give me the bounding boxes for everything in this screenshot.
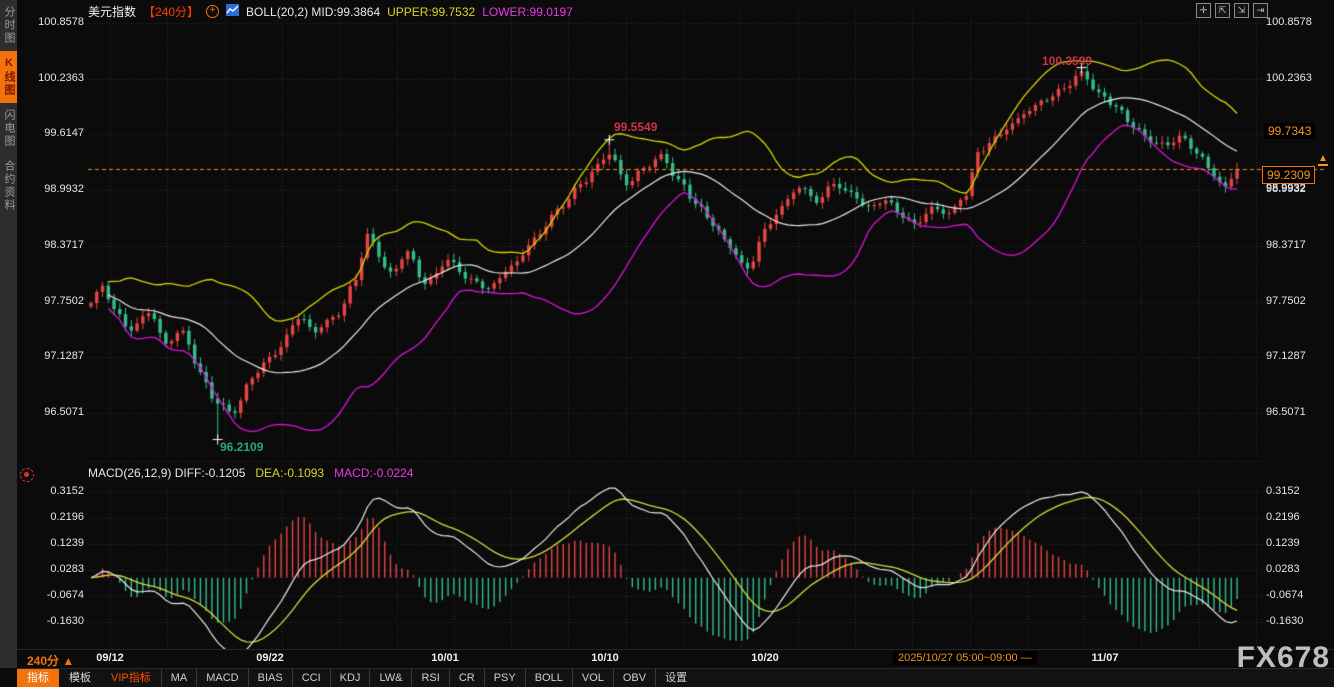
indicator-button-lwr[interactable]: LW& bbox=[369, 669, 411, 687]
macd-dea-label: DEA:-0.1093 bbox=[255, 466, 324, 480]
y-axis-label: 100.2363 bbox=[22, 72, 84, 84]
macd-axis-label-right: 0.3152 bbox=[1266, 485, 1300, 497]
indicator-button-macd[interactable]: MACD bbox=[196, 669, 247, 687]
y-axis-label: 98.3717 bbox=[22, 239, 84, 251]
indicator-button-kdj[interactable]: KDJ bbox=[330, 669, 370, 687]
boll-lower-label: LOWER:99.0197 bbox=[482, 5, 573, 19]
zoom-axes-icon[interactable]: ⇱ bbox=[1215, 3, 1230, 18]
y-axis-label: 98.9932 bbox=[22, 183, 84, 195]
symbol-title: 美元指数 bbox=[88, 3, 136, 20]
boll-upper-label: UPPER:99.7532 bbox=[387, 5, 475, 19]
indicator-button-rsi[interactable]: RSI bbox=[411, 669, 448, 687]
collapse-right-icon[interactable]: ⇥ bbox=[1253, 3, 1268, 18]
period-label: 【240分】 bbox=[143, 3, 199, 20]
y-axis-label-right: 100.2363 bbox=[1266, 72, 1312, 84]
tab-templates[interactable]: 模板 bbox=[59, 669, 101, 687]
settings-button[interactable]: 设置 bbox=[655, 669, 696, 687]
y-axis-label-right: 97.7502 bbox=[1266, 295, 1306, 307]
sidebar: 分时图K线图闪电图合约资料 bbox=[0, 0, 17, 668]
chart-type-icon[interactable] bbox=[226, 4, 239, 19]
macd-axis-label-right: -0.0674 bbox=[1266, 589, 1303, 601]
indicator-button-psy[interactable]: PSY bbox=[484, 669, 525, 687]
period-selector[interactable]: 240分 ▲ bbox=[27, 652, 74, 669]
sidebar-item-flash-chart[interactable]: 闪电图 bbox=[0, 103, 17, 154]
macd-axis-label: -0.1630 bbox=[22, 615, 84, 627]
x-axis-tick: 10/20 bbox=[751, 652, 779, 664]
macd-axis-label: 0.0283 bbox=[22, 563, 84, 575]
price-tag-last: 99.2309 bbox=[1262, 166, 1315, 184]
indicator-button-boll[interactable]: BOLL bbox=[525, 669, 572, 687]
y-axis-label: 99.6147 bbox=[22, 127, 84, 139]
boll-mid-label: BOLL(20,2) MID:99.3864 bbox=[246, 5, 380, 19]
y-axis-label: 100.8578 bbox=[22, 16, 84, 28]
macd-axis-label-right: -0.1630 bbox=[1266, 615, 1303, 627]
indicator-button-bias[interactable]: BIAS bbox=[248, 669, 292, 687]
x-axis-tick: 11/07 bbox=[1092, 652, 1119, 664]
price-up-arrow-icon: ▲ bbox=[1318, 154, 1328, 166]
macd-axis-label: 0.2196 bbox=[22, 511, 84, 523]
y-axis-label: 96.5071 bbox=[22, 406, 84, 418]
macd-axis-label-right: 0.1239 bbox=[1266, 537, 1300, 549]
y-axis-label-right: 100.8578 bbox=[1266, 16, 1312, 28]
x-axis-tick: 10/01 bbox=[431, 652, 459, 664]
tab-vip-indicators[interactable]: VIP指标 bbox=[101, 669, 161, 687]
macd-diff-label: MACD(26,12,9) DIFF:-0.1205 bbox=[88, 466, 245, 480]
divider bbox=[0, 649, 1334, 650]
bottom-toolbar: 指标模板VIP指标MAMACDBIASCCIKDJLW&RSICRPSYBOLL… bbox=[17, 668, 1334, 687]
macd-axis-label-right: 0.2196 bbox=[1266, 511, 1300, 523]
tab-indicators[interactable]: 指标 bbox=[17, 669, 59, 687]
macd-axis-label-right: 0.0283 bbox=[1266, 563, 1300, 575]
x-axis-tick: 09/12 bbox=[96, 652, 124, 664]
window-tool-icons: ✛ ⇱ ⇲ ⇥ bbox=[1196, 3, 1268, 18]
x-axis-tick: 09/22 bbox=[256, 652, 284, 664]
target-icon[interactable] bbox=[20, 468, 34, 482]
indicator-button-cci[interactable]: CCI bbox=[292, 669, 330, 687]
price-tag-upper: 99.7343 bbox=[1264, 123, 1315, 139]
chart-header: 美元指数 【240分】 + BOLL(20,2) MID:99.3864 UPP… bbox=[88, 3, 573, 20]
macd-hist-label: MACD:-0.0224 bbox=[334, 466, 413, 480]
indicator-button-vol[interactable]: VOL bbox=[572, 669, 613, 687]
pan-axes-icon[interactable]: ⇲ bbox=[1234, 3, 1249, 18]
peak-annotation-2: 100.3599 bbox=[1042, 54, 1092, 68]
chart-canvas[interactable] bbox=[0, 0, 1334, 686]
sidebar-item-kline-chart[interactable]: K线图 bbox=[0, 51, 17, 103]
indicator-button-cr[interactable]: CR bbox=[449, 669, 484, 687]
peak-annotation-1: 99.5549 bbox=[614, 120, 657, 134]
macd-header: MACD(26,12,9) DIFF:-0.1205 DEA:-0.1093 M… bbox=[88, 466, 413, 480]
macd-axis-label: 0.3152 bbox=[22, 485, 84, 497]
indicator-button-ma[interactable]: MA bbox=[161, 669, 197, 687]
y-axis-label-right: 98.3717 bbox=[1266, 239, 1306, 251]
add-indicator-icon[interactable]: + bbox=[206, 5, 219, 18]
y-axis-label: 97.7502 bbox=[22, 295, 84, 307]
y-axis-label-right: 97.1287 bbox=[1266, 350, 1306, 362]
y-axis-label: 97.1287 bbox=[22, 350, 84, 362]
x-axis-tick: 10/10 bbox=[591, 652, 619, 664]
current-bar-time-label: 2025/10/27 05:00~09:00 — bbox=[893, 651, 1037, 665]
sidebar-item-contract-info[interactable]: 合约资料 bbox=[0, 154, 17, 218]
crosshair-icon[interactable]: ✛ bbox=[1196, 3, 1211, 18]
y-axis-label-right: 96.5071 bbox=[1266, 406, 1306, 418]
sidebar-item-time-chart[interactable]: 分时图 bbox=[0, 0, 17, 51]
low-annotation: 96.2109 bbox=[220, 440, 263, 454]
macd-axis-label: 0.1239 bbox=[22, 537, 84, 549]
indicator-button-obv[interactable]: OBV bbox=[613, 669, 655, 687]
macd-axis-label: -0.0674 bbox=[22, 589, 84, 601]
